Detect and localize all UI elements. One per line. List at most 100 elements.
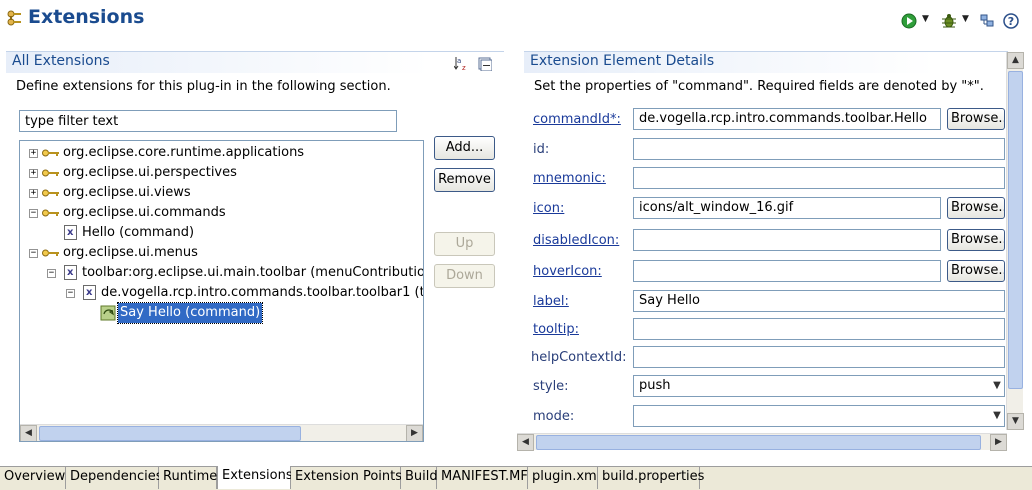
help-icon[interactable]: ? [1002,12,1020,30]
tree-row[interactable]: − org.eclipse.ui.menus [20,243,420,263]
tab-build[interactable]: Build [401,467,438,489]
icon-field[interactable]: icons/alt_window_16.gif [633,197,941,219]
tree-row[interactable]: + org.eclipse.core.runtime.applications [20,143,420,163]
commandid-label[interactable]: commandId*: [533,112,621,127]
collapse-icon[interactable]: − [47,269,56,278]
up-button[interactable]: Up [434,232,495,256]
scroll-left-icon[interactable]: ◀ [20,425,37,441]
hovericon-field[interactable] [633,260,941,282]
helpcontextid-label: helpContextId: [531,350,627,365]
down-button[interactable]: Down [434,264,495,288]
scroll-up-icon[interactable]: ▲ [1007,52,1024,69]
helpcontextid-field[interactable] [633,346,1005,368]
commandid-browse-button[interactable]: Browse... [947,108,1005,130]
scroll-down-icon[interactable]: ▼ [1007,413,1024,430]
tab-extension-points[interactable]: Extension Points [291,467,402,489]
add-button[interactable]: Add... [434,136,495,160]
tree-row[interactable]: − org.eclipse.ui.commands [20,203,420,223]
tab-overview[interactable]: Overview [0,467,66,489]
label-field[interactable]: Say Hello [633,290,1005,312]
style-combo[interactable]: push ▼ [633,375,1005,397]
editor-header: Extensions ▼ ▼ ? [0,0,1032,44]
tree-row[interactable]: − x de.vogella.rcp.intro.commands.toolba… [20,283,423,303]
all-extensions-title: All Extensions [12,53,110,69]
tree-row-label: org.eclipse.core.runtime.applications [63,145,305,160]
run-dropdown-icon[interactable]: ▼ [922,14,929,24]
tree-row[interactable]: − x toolbar:org.eclipse.ui.main.toolbar … [20,263,423,283]
element-icon: x [64,225,77,240]
command-icon [100,305,116,321]
tooltip-field[interactable] [633,318,1005,340]
details-vscrollbar[interactable]: ▲ ▼ [1006,52,1024,430]
commandid-field[interactable]: de.vogella.rcp.intro.commands.toolbar.He… [633,108,941,130]
tab-manifest[interactable]: MANIFEST.MF [437,467,528,489]
hovericon-browse-button[interactable]: Browse... [947,260,1005,282]
tab-extensions[interactable]: Extensions [217,466,293,489]
id-label: id: [533,142,550,157]
label-label[interactable]: label: [533,294,569,309]
extensions-tree[interactable]: + org.eclipse.core.runtime.applications … [19,140,424,442]
debug-dropdown-icon[interactable]: ▼ [962,14,969,24]
icon-browse-button[interactable]: Browse... [947,197,1005,219]
extension-key-icon [42,209,59,217]
id-field[interactable] [633,138,1005,160]
style-label: style: [533,379,569,394]
mnemonic-field[interactable] [633,167,1005,189]
hovericon-label[interactable]: hoverIcon: [533,264,602,279]
expand-icon[interactable]: + [29,149,38,158]
extension-key-icon [42,249,59,257]
disabledicon-field[interactable] [633,229,941,251]
extension-key-icon [42,149,59,157]
extension-key-icon [42,169,59,177]
disabledicon-label[interactable]: disabledIcon: [533,233,619,248]
chevron-down-icon[interactable]: ▼ [990,406,1004,426]
collapse-icon[interactable]: − [29,249,38,258]
style-combo-value: push [639,378,671,393]
scroll-right-icon[interactable]: ▶ [990,434,1007,451]
extension-key-icon [42,189,59,197]
element-icon: x [64,265,77,280]
collapse-icon[interactable]: − [66,289,75,298]
tab-runtime[interactable]: Runtime [159,467,217,489]
tree-row-label: Hello (command) [82,225,195,240]
tooltip-label[interactable]: tooltip: [533,322,579,337]
tab-plugin-xml[interactable]: plugin.xml [528,467,600,489]
collapse-icon[interactable]: − [29,209,38,218]
tab-dependencies[interactable]: Dependencies [66,467,163,489]
tree-row-label: org.eclipse.ui.commands [63,205,226,220]
chevron-down-icon[interactable]: ▼ [990,376,1004,396]
details-title: Extension Element Details [530,53,715,69]
mode-combo[interactable]: ▼ [633,405,1005,427]
scroll-thumb[interactable] [536,435,981,450]
filter-input[interactable] [19,110,397,132]
tree-row-selected[interactable]: Say Hello (command) [20,302,420,324]
run-icon[interactable] [900,12,918,30]
all-extensions-description: Define extensions for this plug-in in th… [16,79,391,94]
sort-alpha-icon[interactable]: a z [454,55,470,71]
collapse-all-icon[interactable] [478,57,492,71]
tree-hscrollbar[interactable]: ◀ ▶ [20,424,423,441]
expand-icon[interactable]: + [29,189,38,198]
svg-text:z: z [462,64,466,71]
scroll-left-icon[interactable]: ◀ [517,434,534,451]
extensions-icon [7,10,21,26]
tree-row[interactable]: + org.eclipse.ui.perspectives [20,163,420,183]
expand-icon[interactable]: + [29,169,38,178]
scroll-thumb[interactable] [1008,71,1023,389]
page-title: Extensions [28,6,145,28]
tree-row-label: toolbar:org.eclipse.ui.main.toolbar (men… [82,265,424,280]
icon-label[interactable]: icon: [533,201,564,216]
tree-row[interactable]: + org.eclipse.ui.views [20,183,420,203]
svg-text:?: ? [1008,15,1014,28]
mnemonic-label[interactable]: mnemonic: [533,171,606,186]
mode-label: mode: [533,409,575,424]
tab-build-properties[interactable]: build.properties [598,467,704,489]
remove-button[interactable]: Remove [434,168,495,192]
disabledicon-browse-button[interactable]: Browse... [947,229,1005,251]
scroll-right-icon[interactable]: ▶ [406,425,423,441]
details-hscrollbar[interactable]: ◀ ▶ [517,433,1007,451]
tree-row[interactable]: x Hello (command) [20,223,420,243]
debug-icon[interactable] [940,12,958,30]
scroll-thumb[interactable] [39,426,301,441]
external-link-icon[interactable] [978,12,996,30]
